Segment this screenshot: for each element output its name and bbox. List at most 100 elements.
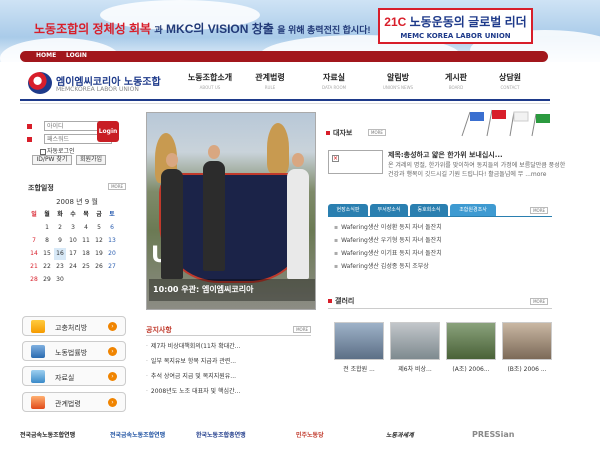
calendar-day[interactable]: 13 — [106, 235, 118, 247]
person-figure — [287, 169, 309, 279]
gallery-caption[interactable]: (B조) 2006 ... — [502, 364, 552, 373]
tab-member-events[interactable]: 조합원경조사 — [450, 204, 496, 216]
calendar-weekday: 수 — [70, 211, 76, 218]
partner-link[interactable]: 전국금속노동조합연맹 — [20, 430, 75, 439]
calendar-day[interactable]: 4 — [80, 222, 92, 234]
nav-sub: BOARD — [448, 85, 464, 90]
calendar-day[interactable]: 19 — [93, 248, 105, 260]
partner-link[interactable]: 한국노동조합총연맹 — [196, 430, 246, 439]
calendar-day[interactable]: 12 — [93, 235, 105, 247]
gallery-thumb[interactable] — [334, 322, 384, 360]
news-item[interactable]: Wafering생산 이성환 동지 자녀 돌잔치 — [334, 222, 554, 235]
calendar-day[interactable]: 25 — [80, 261, 92, 273]
news-item[interactable]: Wafering생산 이기표 동지 자녀 돌잔치 — [334, 248, 554, 261]
gallery-title: 갤러리 — [328, 296, 552, 306]
auto-login[interactable]: 자동로그인 — [40, 146, 75, 155]
login-link[interactable]: LOGIN — [66, 52, 87, 59]
calendar-day[interactable]: 3 — [67, 222, 79, 234]
main-photo[interactable]: U 배 10:00 우관: 엠이엠씨코리아 — [146, 112, 316, 310]
main-nav: 노동조합소개 ABOUT US 관계법령 RULE 자료실 DATA ROOM 알림방… — [180, 72, 552, 94]
partner-link[interactable]: 민주노동당 — [296, 430, 324, 439]
join-button[interactable]: 회원가입 — [76, 155, 106, 165]
gallery-caption[interactable]: 전 조합원 ... — [334, 364, 384, 373]
nav-label: 게시판 — [444, 73, 468, 82]
calendar-day[interactable]: 29 — [41, 274, 53, 286]
daebo-headline[interactable]: 제목:총성하고 얇은 한가위 보내십시... — [388, 150, 503, 160]
nav-item-news[interactable]: 알림방 UNION'S NEWS — [368, 72, 428, 90]
nav-item-about[interactable]: 노동조합소개 ABOUT US — [180, 72, 240, 90]
calendar-day[interactable]: 18 — [80, 248, 92, 260]
gallery-caption[interactable]: (A조) 2006... — [446, 364, 496, 373]
calendar-day[interactable]: 5 — [93, 222, 105, 234]
calendar-day[interactable]: 24 — [67, 261, 79, 273]
calendar-day[interactable]: 14 — [28, 248, 40, 260]
arrow-right-icon: › — [108, 347, 117, 356]
gallery-thumb[interactable] — [390, 322, 440, 360]
news-item[interactable]: Wafering생산 김성종 동지 조부상 — [334, 261, 554, 274]
daebo-more-button[interactable]: MORE — [368, 129, 386, 136]
calendar-day[interactable]: 15 — [41, 248, 53, 260]
gallery-divider — [328, 308, 552, 309]
nav-label: 자료실 — [322, 73, 346, 82]
notice-item[interactable]: 제7차 비상대책회의(11차 확대간... — [146, 341, 241, 356]
login-button[interactable]: Login — [97, 121, 119, 142]
gallery-thumb[interactable] — [446, 322, 496, 360]
nav-item-rule[interactable]: 관계법령 RULE — [240, 72, 300, 90]
partner-link[interactable]: 노동과세계 — [386, 430, 414, 439]
notice-item[interactable]: 2008년도 노조 대표자 및 핵심간... — [146, 386, 241, 401]
gallery-thumb[interactable] — [502, 322, 552, 360]
tab-club-news[interactable]: 동호회소식 — [410, 204, 448, 216]
gallery-more-button[interactable]: MORE — [530, 298, 548, 305]
document-icon — [31, 320, 45, 333]
nav-divider — [20, 99, 550, 101]
calendar-day[interactable]: 10 — [67, 235, 79, 247]
nav-item-contact[interactable]: 상담원 CONTACT — [480, 72, 540, 90]
tab-field-news[interactable]: 현장소식판 — [328, 204, 368, 216]
calendar-day[interactable]: 11 — [80, 235, 92, 247]
partner-link[interactable]: PRESSian — [472, 430, 515, 439]
calendar-day — [67, 274, 79, 286]
calendar-day[interactable]: 1 — [41, 222, 53, 234]
nav-sub: RULE — [264, 85, 276, 90]
calendar-day[interactable]: 26 — [93, 261, 105, 273]
notice-item[interactable]: 일부 복지유보 항목 지급과 관련... — [146, 356, 241, 371]
auto-login-checkbox[interactable] — [40, 148, 46, 155]
notice-item[interactable]: 추석 상여금 지급 및 복지지원유... — [146, 371, 241, 386]
daebo-section: 대자보 MORE × 제목:총성하고 얇은 한가위 보내십시... 온 겨레의 … — [326, 128, 565, 198]
calendar-day[interactable]: 21 — [28, 261, 40, 273]
nav-label: 상담원 — [498, 73, 522, 82]
labor-law-button[interactable]: 노동법률방 › — [22, 341, 126, 361]
calendar-day[interactable]: 6 — [106, 222, 118, 234]
calendar-more-button[interactable]: MORE — [108, 183, 126, 190]
calendar-day[interactable]: 20 — [106, 248, 118, 260]
calendar-day[interactable]: 7 — [28, 235, 40, 247]
tabs-more-button[interactable]: MORE — [530, 207, 548, 214]
home-link[interactable]: HOME — [36, 52, 56, 59]
gallery-caption[interactable]: 제6차 비상... — [390, 364, 440, 373]
calendar-day[interactable]: 22 — [41, 261, 53, 273]
notice-more-button[interactable]: MORE — [293, 326, 311, 333]
id-bullet-icon — [27, 124, 32, 129]
calendar-day[interactable]: 16 — [54, 248, 66, 260]
nav-item-board[interactable]: 게시판 BOARD — [426, 72, 486, 90]
calendar-day[interactable]: 17 — [67, 248, 79, 260]
calendar-day[interactable]: 28 — [28, 274, 40, 286]
news-item[interactable]: Wafering생산 우기형 동지 자녀 돌잔치 — [334, 235, 554, 248]
logo[interactable]: 엠이엠씨코리아 노동조합 MEMCKOREA LABOR UNION — [28, 70, 178, 98]
partner-link[interactable]: 전국금속노동조합연맹 — [110, 430, 165, 439]
calendar-day[interactable]: 9 — [54, 235, 66, 247]
data-room-button[interactable]: 자료실 › — [22, 366, 126, 386]
related-law-button[interactable]: 관계법령 › — [22, 392, 126, 412]
complaint-room-button[interactable]: 고충처리방 › — [22, 316, 126, 336]
nav-item-dataroom[interactable]: 자료실 DATA ROOM — [304, 72, 364, 90]
notice-section: 공지사항 MORE 제7차 비상대책회의(11차 확대간... 일부 복지유보 … — [146, 325, 311, 407]
calendar-day[interactable]: 2 — [54, 222, 66, 234]
calendar-day[interactable]: 8 — [41, 235, 53, 247]
daebo-image[interactable]: × — [328, 150, 383, 174]
calendar-day[interactable]: 27 — [106, 261, 118, 273]
find-id-button[interactable]: ID/PW 찾기 — [32, 155, 72, 165]
tab-dept-news[interactable]: 부서장소식 — [370, 204, 408, 216]
calendar-day[interactable]: 23 — [54, 261, 66, 273]
calendar-day[interactable]: 30 — [54, 274, 66, 286]
gallery-section: 갤러리 MORE 전 조합원 ... 제6차 비상... (A조) 2006..… — [328, 296, 552, 378]
